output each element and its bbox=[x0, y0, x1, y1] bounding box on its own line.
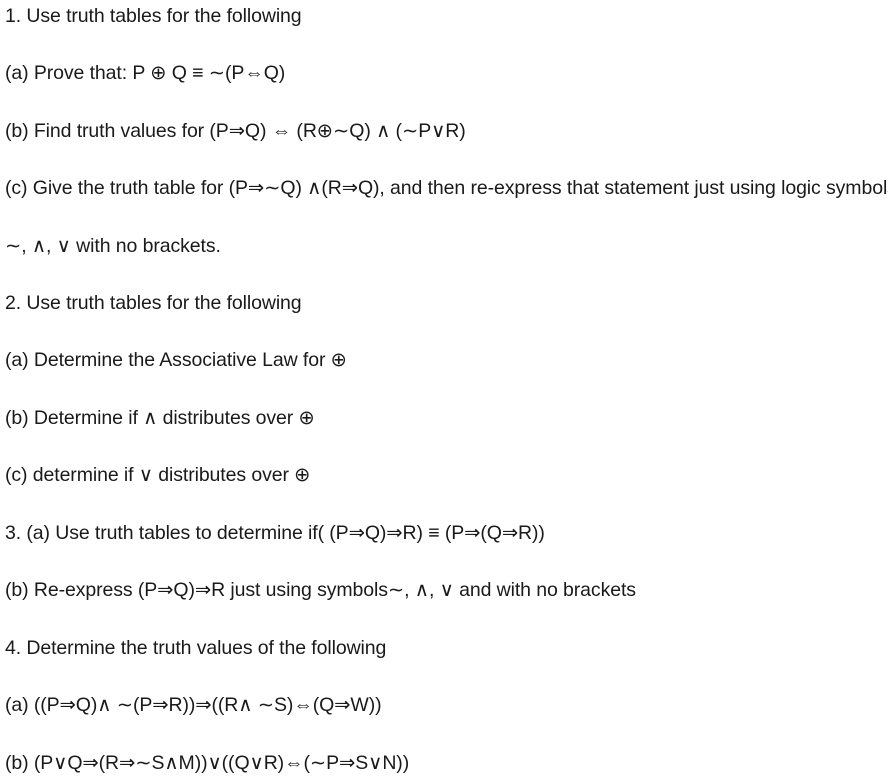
question-4a-text: (a) ((P⇒Q)∧ ∼(P⇒R))⇒((R∧ ∼S)⇔(Q⇒W)) bbox=[5, 694, 382, 716]
question-1b-text: (b) Find truth values for (P⇒Q) ⇔ (R⊕∼Q)… bbox=[5, 120, 466, 142]
question-2b-text: (b) Determine if ∧ distributes over ⊕ bbox=[5, 407, 315, 429]
question-2c-text: (c) determine if ∨ distributes over ⊕ bbox=[5, 464, 311, 486]
question-2a-text: (a) Determine the Associative Law for ⊕ bbox=[5, 349, 347, 371]
question-1a-text: (a) Prove that: P ⊕ Q ≡ ∼(P⇔Q) bbox=[5, 62, 286, 84]
question-4b-text: (b) (P∨Q⇒(R⇒∼S∧M))∨((Q∨R)⇔(∼P⇒S∨N)) bbox=[5, 752, 410, 774]
question-1c-continuation-text: ∼, ∧, ∨ with no brackets. bbox=[5, 235, 221, 257]
question-4-heading: 4. Determine the truth values of the fol… bbox=[5, 637, 387, 659]
question-1-heading: 1. Use truth tables for the following bbox=[5, 5, 302, 27]
question-3a-text: 3. (a) Use truth tables to determine if(… bbox=[5, 522, 545, 544]
question-3b-text: (b) Re-express (P⇒Q)⇒R just using symbol… bbox=[5, 579, 636, 601]
question-2-heading: 2. Use truth tables for the following bbox=[5, 292, 302, 314]
question-1c-text: (c) Give the truth table for (P⇒∼Q) ∧(R⇒… bbox=[5, 177, 888, 199]
worksheet-page: 1. Use truth tables for the following (a… bbox=[0, 0, 888, 776]
